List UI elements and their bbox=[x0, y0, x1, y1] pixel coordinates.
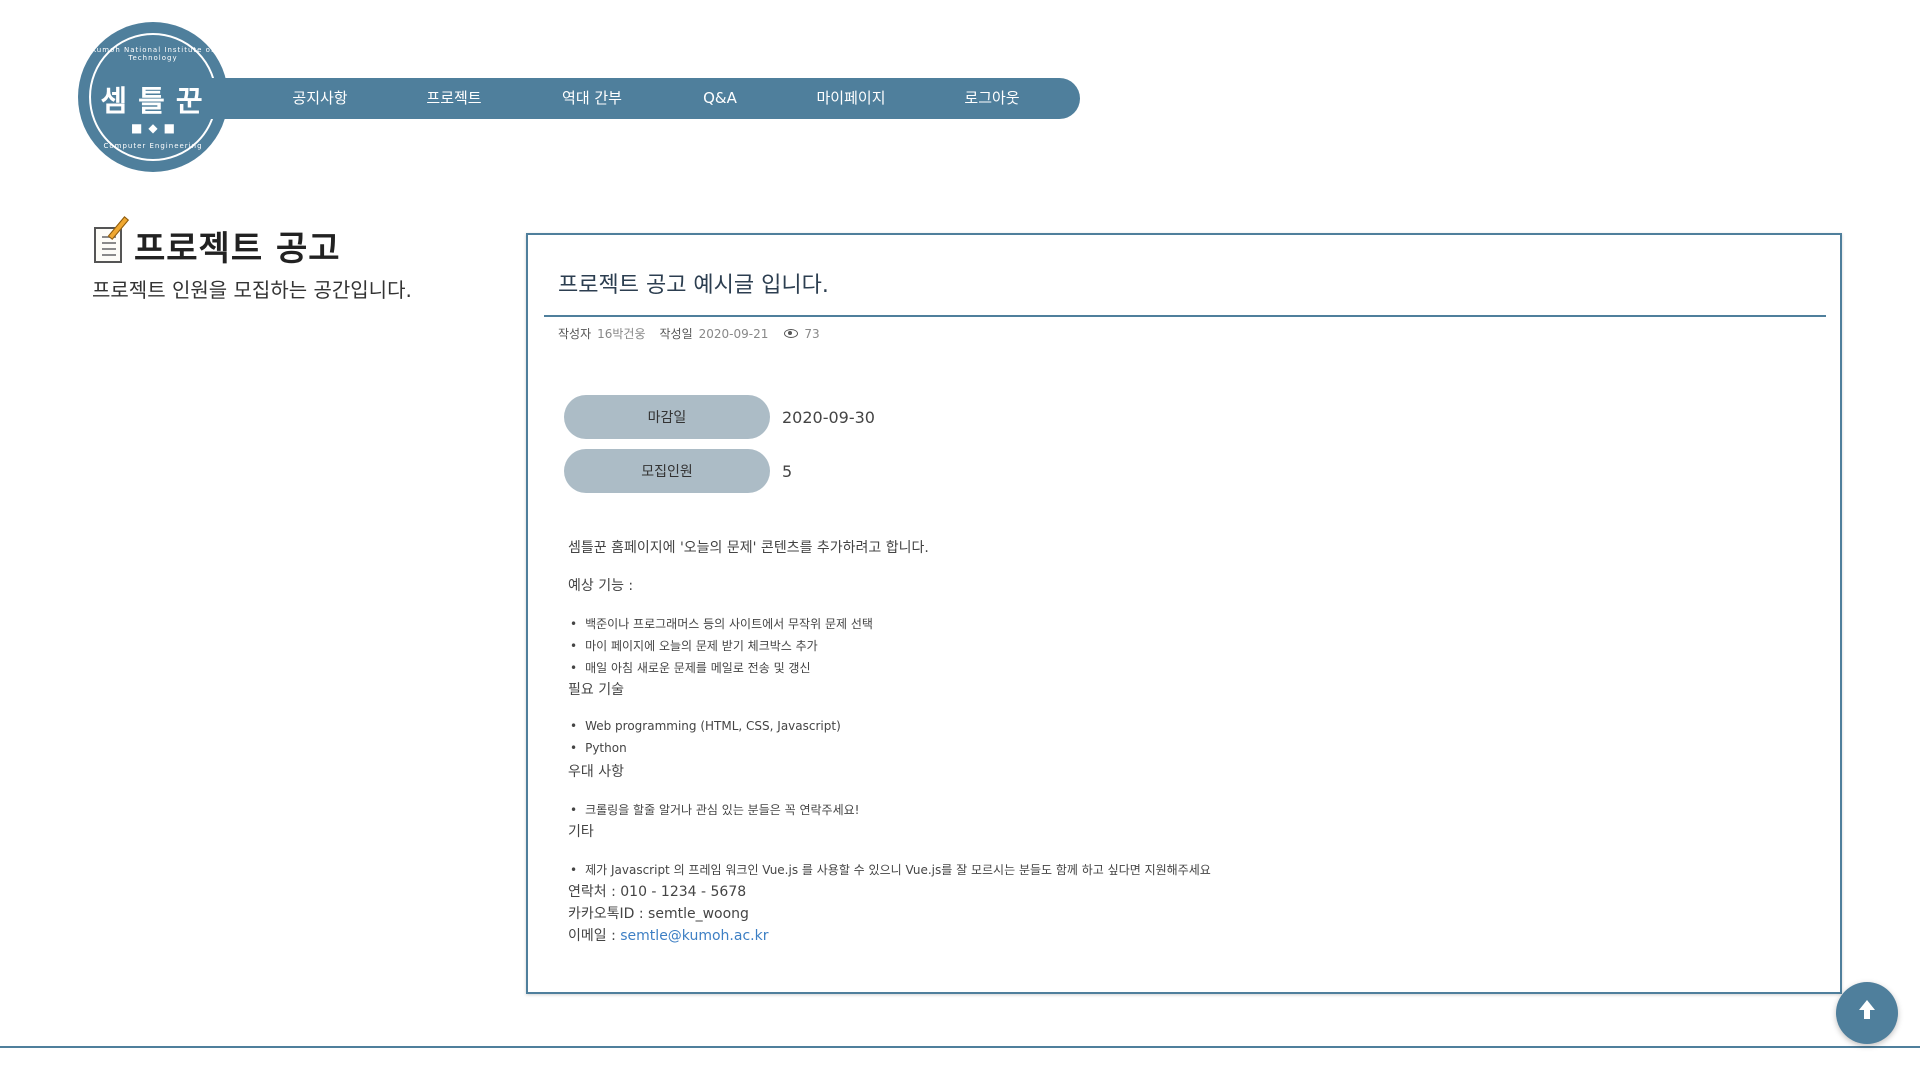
nav-item-qna[interactable]: Q&A bbox=[703, 78, 737, 119]
body-intro: 셈틀꾼 홈페이지에 '오늘의 문제' 콘텐츠를 추가하려고 합니다. bbox=[568, 540, 929, 556]
contact-email: 이메일 : semtle@kumoh.ac.kr bbox=[568, 925, 768, 945]
author-label: 작성자 bbox=[558, 327, 592, 341]
list-item: 백준이나 프로그래머스 등의 사이트에서 무작위 문제 선택 bbox=[570, 615, 873, 632]
date-value: 2020-09-21 bbox=[698, 326, 769, 341]
list-item: 크롤링을 할줄 알거나 관심 있는 분들은 꼭 연락주세요! bbox=[570, 801, 859, 818]
post-title: 프로젝트 공고 예시글 입니다. bbox=[558, 273, 829, 298]
date-label: 작성일 bbox=[659, 327, 693, 341]
etc-heading: 기타 bbox=[568, 824, 594, 840]
footer-divider bbox=[0, 1046, 1920, 1048]
email-link[interactable]: semtle@kumoh.ac.kr bbox=[620, 928, 768, 944]
list-item: Python bbox=[570, 741, 627, 755]
nav-item-logout[interactable]: 로그아웃 bbox=[964, 78, 1019, 119]
logo-arc-bottom-text: Computer Engineering bbox=[103, 142, 203, 150]
skills-heading: 필요 기술 bbox=[568, 682, 624, 698]
main-navbar: 공지사항 프로젝트 역대 간부 Q&A 마이페이지 로그아웃 bbox=[206, 78, 1080, 119]
list-item: Web programming (HTML, CSS, Javascript) bbox=[570, 719, 841, 733]
features-heading: 예상 기능 : bbox=[568, 578, 634, 594]
page-title: 프로젝트 공고 bbox=[134, 228, 341, 269]
deadline-label-pill: 마감일 bbox=[564, 395, 770, 439]
recruit-row: 모집인원 5 bbox=[564, 449, 792, 493]
page-heading: 프로젝트 공고 bbox=[92, 216, 341, 270]
nav-item-executives[interactable]: 역대 간부 bbox=[562, 78, 622, 119]
eye-icon bbox=[784, 329, 799, 338]
author-value: 16박건웅 bbox=[597, 327, 646, 341]
arrow-up-icon-shaft bbox=[1864, 1009, 1870, 1019]
list-item: 제가 Javascript 의 프레임 워크인 Vue.js 를 사용할 수 있… bbox=[570, 861, 1211, 878]
post-meta: 작성자 16박건웅 작성일 2020-09-21 73 bbox=[558, 325, 834, 342]
memo-icon bbox=[92, 216, 130, 265]
contact-kakao: 카카오톡ID : semtle_woong bbox=[568, 906, 749, 922]
post-card: 프로젝트 공고 예시글 입니다. 작성자 16박건웅 작성일 2020-09-2… bbox=[526, 233, 1842, 994]
recruit-value: 5 bbox=[782, 461, 793, 481]
logo-marks: ■◆■ bbox=[131, 121, 181, 135]
post-title-divider bbox=[544, 315, 1826, 317]
nav-item-mypage[interactable]: 마이페이지 bbox=[816, 78, 885, 119]
scroll-to-top-button[interactable] bbox=[1836, 982, 1898, 1044]
deadline-value: 2020-09-30 bbox=[782, 407, 875, 427]
list-item: 마이 페이지에 오늘의 문제 받기 체크박스 추가 bbox=[570, 637, 818, 654]
view-count: 73 bbox=[804, 326, 820, 341]
list-item: 매일 아침 새로운 문제를 메일로 전송 및 갱신 bbox=[570, 659, 810, 676]
preferred-heading: 우대 사항 bbox=[568, 764, 624, 780]
contact-phone: 연락처 : 010 - 1234 - 5678 bbox=[568, 884, 747, 900]
nav-item-project[interactable]: 프로젝트 bbox=[426, 78, 481, 119]
nav-item-notice[interactable]: 공지사항 bbox=[292, 78, 347, 119]
deadline-row: 마감일 2020-09-30 bbox=[564, 395, 875, 439]
logo-arc-top-text: Kumoh National Institute of Technology bbox=[91, 46, 215, 62]
email-label: 이메일 : bbox=[568, 928, 621, 944]
recruit-label-pill: 모집인원 bbox=[564, 449, 770, 493]
page-subtitle: 프로젝트 인원을 모집하는 공간입니다. bbox=[92, 278, 412, 302]
